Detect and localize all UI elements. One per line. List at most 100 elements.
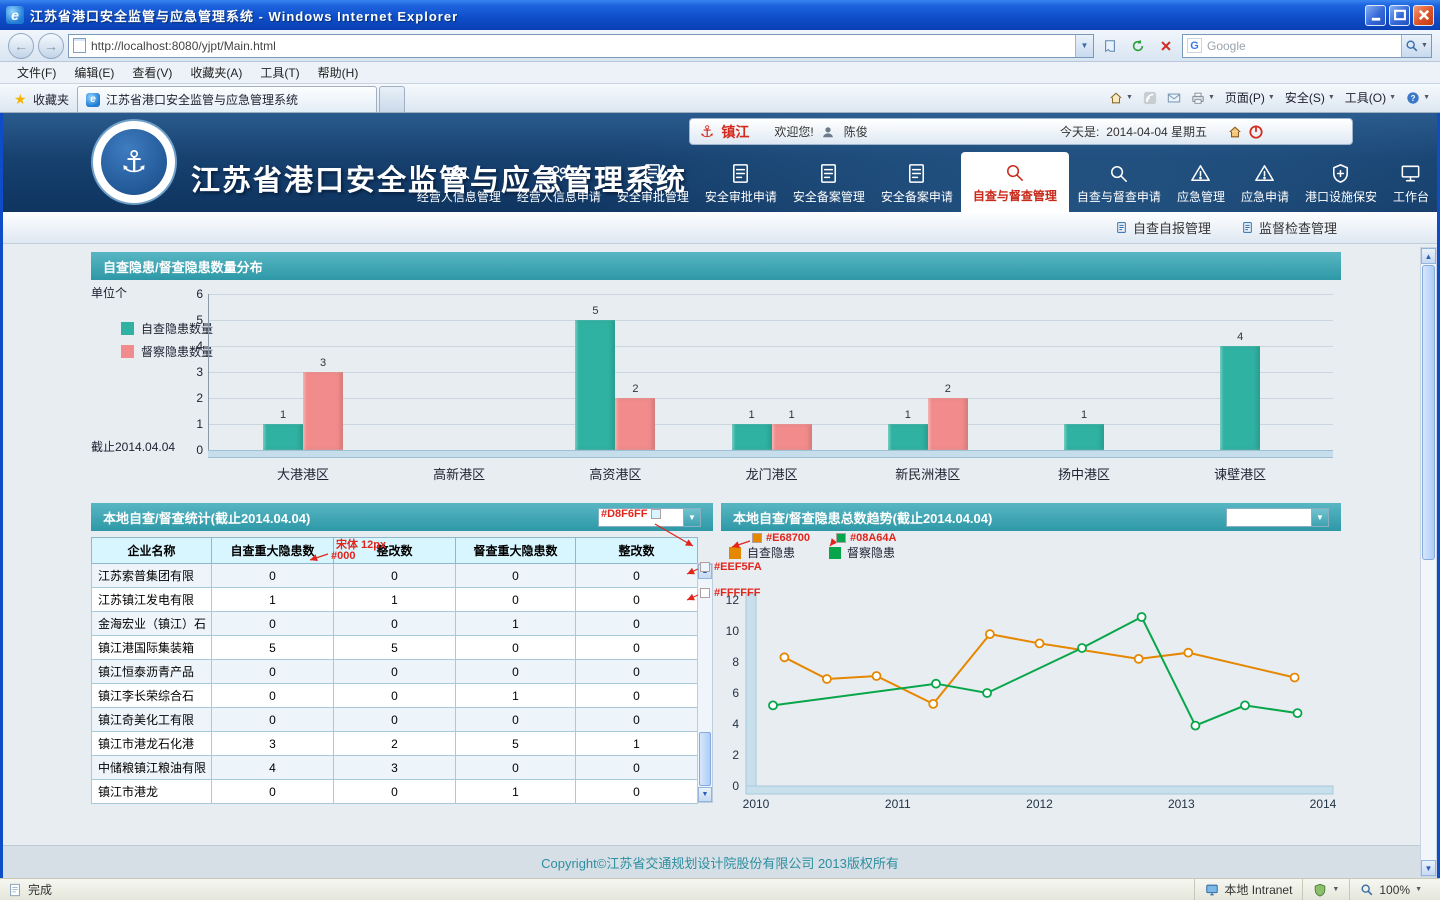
- value-cell: 0: [334, 684, 456, 708]
- maximize-button[interactable]: [1389, 5, 1410, 26]
- table-row[interactable]: 江苏镇江发电有限1100: [92, 588, 698, 612]
- current-date: 2014-04-04 星期五: [1106, 123, 1207, 140]
- zoom-control[interactable]: 100% ▼: [1349, 879, 1432, 900]
- table-row[interactable]: 金海宏业（镇江）石0010: [92, 612, 698, 636]
- nav-label: 工作台: [1393, 188, 1429, 205]
- table-row[interactable]: 镇江奇美化工有限0000: [92, 708, 698, 732]
- page-menu-button[interactable]: 页面(P)▼: [1225, 89, 1275, 106]
- feeds-button[interactable]: [1143, 91, 1157, 105]
- menu-item-2[interactable]: 编辑(E): [65, 62, 123, 84]
- favorites-button[interactable]: ★ 收藏夹: [6, 86, 77, 112]
- print-button[interactable]: ▼: [1191, 91, 1215, 105]
- select-arrow-icon[interactable]: ▼: [1312, 508, 1329, 527]
- search-box[interactable]: G Google ▼: [1182, 34, 1432, 58]
- bar: [732, 424, 772, 450]
- bar-value-label: 1: [263, 409, 303, 421]
- minimize-button[interactable]: [1365, 5, 1386, 26]
- bar-panel-header: 自查隐患/督查隐患数量分布: [91, 252, 1341, 280]
- menu-item-6[interactable]: 帮助(H): [309, 62, 368, 84]
- logout-icon[interactable]: [1249, 125, 1263, 139]
- compatibility-view-button[interactable]: [1098, 34, 1122, 58]
- menu-item-5[interactable]: 工具(T): [251, 62, 308, 84]
- value-cell: 1: [456, 780, 576, 804]
- user-strip: ⚓ 镇江 欢迎您! 陈俊 今天是: 2014-04-04 星期五: [689, 118, 1353, 145]
- nav-item-2[interactable]: 经营人信息申请: [509, 156, 609, 212]
- select-box[interactable]: [598, 508, 684, 527]
- done-page-icon: [8, 883, 22, 897]
- tools-menu-button[interactable]: 工具(O)▼: [1345, 89, 1396, 106]
- value-cell: 0: [456, 660, 576, 684]
- scroll-down-icon[interactable]: ▼: [698, 787, 712, 802]
- forward-button[interactable]: →: [38, 33, 64, 59]
- nav-item-10[interactable]: 应急申请: [1233, 156, 1297, 212]
- trend-filter-select[interactable]: ▼: [1226, 508, 1329, 527]
- menu-item-4[interactable]: 收藏夹(A): [181, 62, 251, 84]
- read-mail-button[interactable]: [1167, 91, 1181, 105]
- help-button[interactable]: ? ▼: [1406, 91, 1430, 105]
- table-filter-select[interactable]: ▼: [598, 508, 701, 527]
- protected-mode-flag[interactable]: ▼: [1302, 879, 1349, 900]
- menu-item-1[interactable]: 文件(F): [8, 62, 65, 84]
- nav-item-6[interactable]: 安全备案申请: [873, 156, 961, 212]
- safety-menu-button[interactable]: 安全(S)▼: [1285, 89, 1335, 106]
- nav-item-3[interactable]: 安全审批管理: [609, 156, 697, 212]
- search-input[interactable]: Google: [1207, 39, 1401, 53]
- magnifier-icon: [1107, 162, 1130, 185]
- address-dropdown[interactable]: ▼: [1075, 35, 1093, 57]
- city-label: 镇江: [721, 122, 749, 142]
- menu-item-3[interactable]: 查看(V): [123, 62, 181, 84]
- stop-button[interactable]: [1154, 34, 1178, 58]
- welcome-label: 欢迎您!: [774, 123, 813, 140]
- bar-panel-title: 自查隐患/督查隐患数量分布: [103, 257, 263, 276]
- submenu-item-2[interactable]: 监督检查管理: [1241, 218, 1337, 237]
- url-text[interactable]: http://localhost:8080/yjpt/Main.html: [91, 39, 1075, 53]
- nav-item-11[interactable]: 港口设施保安: [1297, 156, 1385, 212]
- address-bar[interactable]: http://localhost:8080/yjpt/Main.html ▼: [68, 34, 1094, 58]
- people-icon: [447, 162, 470, 185]
- submenu-item-1[interactable]: 自查自报管理: [1115, 218, 1211, 237]
- table-row[interactable]: 镇江港国际集装箱5500: [92, 636, 698, 660]
- nav-item-1[interactable]: 经营人信息管理: [409, 156, 509, 212]
- bar-value-label: 2: [615, 383, 655, 395]
- bar-value-label: 2: [928, 383, 968, 395]
- scroll-thumb[interactable]: [1422, 265, 1435, 560]
- search-button[interactable]: ▼: [1401, 35, 1431, 57]
- value-cell: 1: [456, 612, 576, 636]
- table-row[interactable]: 镇江市港龙石化港3251: [92, 732, 698, 756]
- table-row[interactable]: 镇江李长荣综合石0010: [92, 684, 698, 708]
- refresh-button[interactable]: [1126, 34, 1150, 58]
- bar: [1064, 424, 1104, 450]
- nav-item-4[interactable]: 安全审批申请: [697, 156, 785, 212]
- scroll-down-icon[interactable]: ▼: [1421, 860, 1436, 876]
- value-cell: 0: [212, 660, 334, 684]
- home-icon[interactable]: [1228, 125, 1242, 139]
- value-cell: 2: [334, 732, 456, 756]
- new-tab-stub[interactable]: [379, 86, 405, 112]
- anchor-icon: ⚓: [700, 122, 714, 142]
- scroll-up-icon[interactable]: ▲: [698, 564, 712, 579]
- back-button[interactable]: ←: [8, 33, 34, 59]
- bar-value-label: 3: [303, 357, 343, 369]
- nav-item-7[interactable]: 自查与督查管理: [961, 152, 1069, 212]
- scroll-thumb[interactable]: [699, 732, 711, 786]
- intranet-icon: [1205, 883, 1219, 897]
- select-box[interactable]: [1226, 508, 1312, 527]
- home-button[interactable]: ▼: [1109, 91, 1133, 105]
- table-row[interactable]: 中储粮镇江粮油有限4300: [92, 756, 698, 780]
- nav-item-5[interactable]: 安全备案管理: [785, 156, 873, 212]
- nav-item-8[interactable]: 自查与督查申请: [1069, 156, 1169, 212]
- close-button[interactable]: [1413, 5, 1434, 26]
- select-arrow-icon[interactable]: ▼: [684, 508, 701, 527]
- table-row[interactable]: 镇江恒泰沥青产品0000: [92, 660, 698, 684]
- page-scrollbar[interactable]: ▲ ▼: [1420, 247, 1437, 877]
- scroll-up-icon[interactable]: ▲: [1421, 248, 1436, 264]
- table-row[interactable]: 镇江市港龙0010: [92, 780, 698, 804]
- table-scrollbar[interactable]: ▲ ▼: [697, 563, 713, 803]
- browser-tab[interactable]: e 江苏省港口安全监管与应急管理系统: [77, 86, 377, 112]
- svg-text:0: 0: [732, 779, 739, 793]
- y-tick-label: 4: [185, 339, 203, 353]
- stats-table-wrap: 企业名称自查重大隐患数整改数督查重大隐患数整改数江苏索普集团有限0000江苏镇江…: [91, 537, 698, 804]
- nav-item-9[interactable]: 应急管理: [1169, 156, 1233, 212]
- nav-item-12[interactable]: 工作台: [1385, 156, 1437, 212]
- table-row[interactable]: 江苏索普集团有限0000: [92, 564, 698, 588]
